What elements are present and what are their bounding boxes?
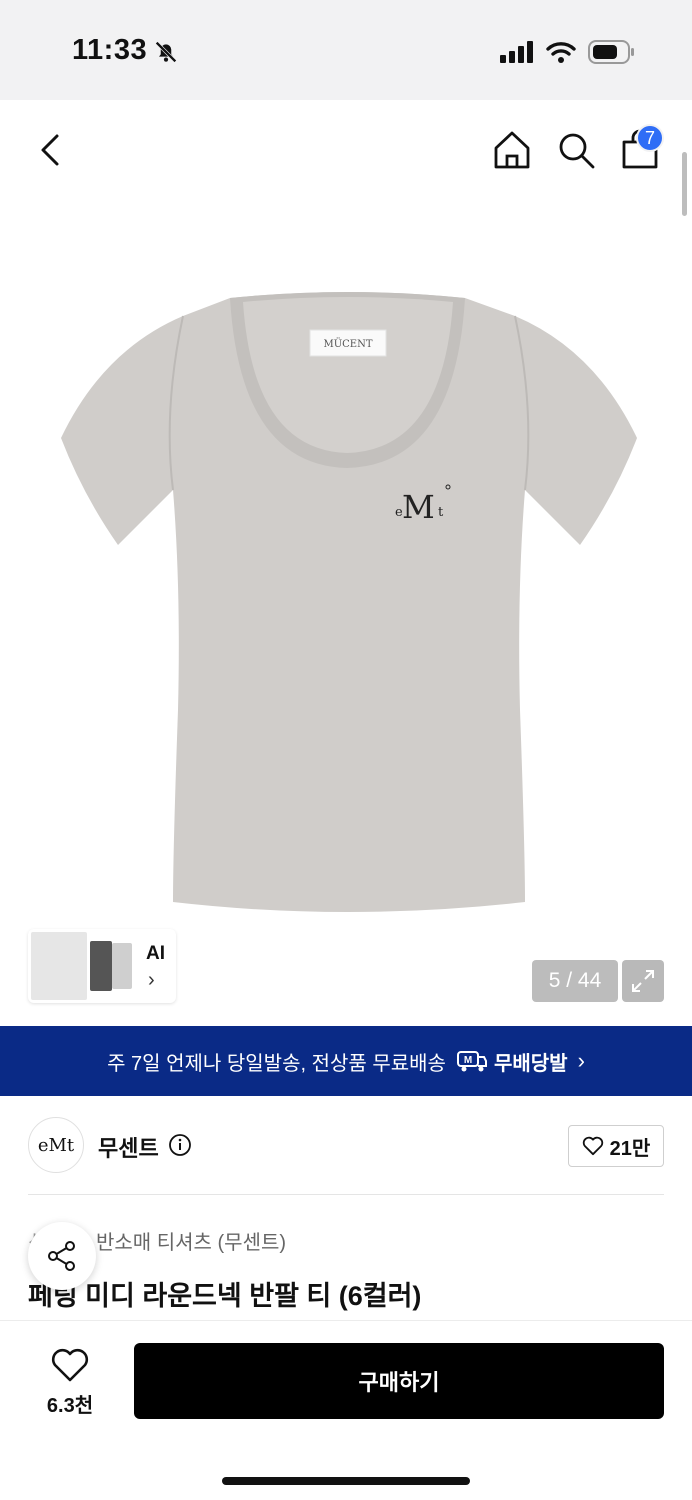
expand-icon: [632, 970, 654, 992]
thumbnail-charcoal: [90, 941, 112, 991]
image-page-counter: 5 / 44: [532, 960, 618, 1002]
thumbnail-gray: [31, 932, 87, 1000]
search-icon[interactable]: [554, 128, 598, 172]
status-bar: 11:33: [0, 0, 692, 100]
back-button[interactable]: [30, 130, 70, 170]
buy-button[interactable]: 구매하기: [134, 1343, 664, 1419]
delivery-truck-icon: M: [456, 1051, 487, 1072]
bell-off-icon: [155, 41, 177, 63]
chevron-right-icon: ›: [577, 1048, 585, 1073]
expand-button[interactable]: [622, 960, 664, 1002]
battery-icon: [588, 40, 634, 64]
heart-icon: [582, 1136, 603, 1156]
share-icon: [48, 1241, 75, 1271]
color-thumbnails[interactable]: AI ›: [28, 929, 176, 1003]
share-button[interactable]: [28, 1222, 96, 1290]
heart-icon[interactable]: [50, 1347, 90, 1383]
label-tag-text: MÜCENT: [323, 338, 372, 350]
info-icon[interactable]: [168, 1133, 192, 1157]
delivery-banner[interactable]: 주 7일 언제나 당일발송, 전상품 무료배송 M 무배당발 ›: [0, 1026, 692, 1096]
wifi-icon: [546, 42, 576, 63]
seller-name[interactable]: 무센트: [98, 1131, 159, 1163]
ai-label: AI: [146, 943, 165, 964]
logo-letter-m: M: [402, 488, 435, 526]
seller-like-button[interactable]: 21만: [568, 1125, 664, 1167]
breadcrumb[interactable]: 반소매 티셔츠 (무센트): [96, 1226, 286, 1255]
seller-like-count: 21만: [609, 1137, 651, 1160]
logo-letter-t: t: [438, 505, 444, 520]
cart-count-badge: 7: [636, 124, 664, 152]
banner-brand-label: 무배당발: [493, 1052, 568, 1075]
seller-logo[interactable]: eMt: [28, 1117, 84, 1173]
banner-text: 주 7일 언제나 당일발송, 전상품 무료배송: [107, 1052, 446, 1075]
wish-count: 6.3천: [46, 1395, 94, 1417]
bottom-action-bar: 6.3천 구매하기: [0, 1320, 692, 1500]
status-icons: [500, 40, 636, 64]
top-nav: [0, 100, 692, 200]
product-image[interactable]: MÜCENT e M t: [55, 290, 640, 920]
chevron-right-icon: ›: [148, 969, 155, 991]
home-indicator: [222, 1477, 470, 1485]
scroll-indicator: [682, 152, 687, 216]
thumbnail-light: [112, 943, 132, 989]
status-time: 11:33: [72, 34, 148, 66]
chevron-left-icon: [41, 134, 59, 166]
product-title: 페팅 미디 라운드넥 반팔 티 (6컬러): [28, 1281, 422, 1311]
seller-row: eMt 무센트 21만: [28, 1115, 664, 1175]
banner-brand: M 무배당발: [456, 1047, 568, 1076]
cellular-signal-icon: [500, 41, 533, 63]
truck-badge-letter: M: [464, 1055, 472, 1066]
divider: [28, 1194, 664, 1195]
home-icon[interactable]: [490, 128, 534, 172]
